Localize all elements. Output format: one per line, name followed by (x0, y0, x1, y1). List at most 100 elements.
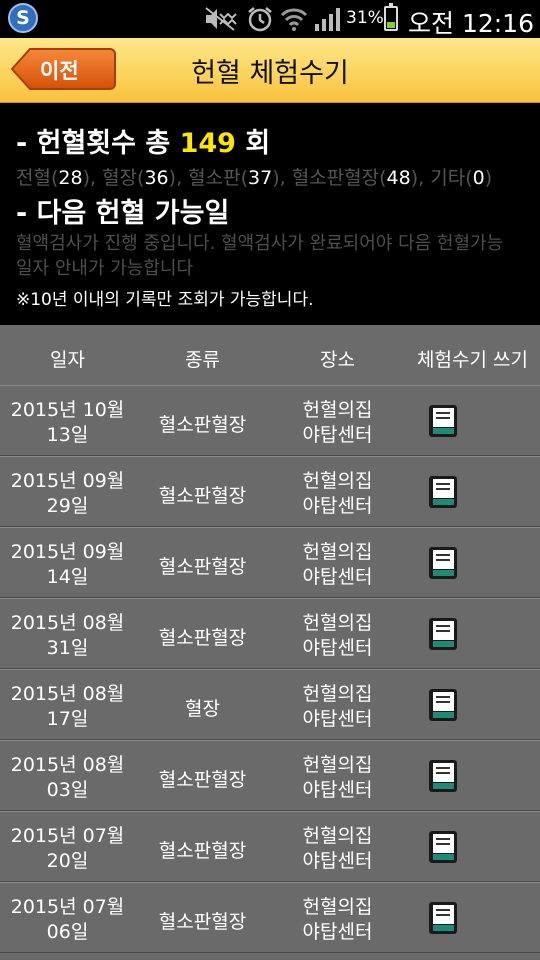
signal-icon (315, 8, 340, 31)
date-line: 03일 (46, 779, 89, 801)
breakdown-count: 28 (58, 167, 83, 189)
date-line: 06일 (46, 921, 89, 943)
row-type: 혈장 (185, 698, 220, 720)
title-bar: 이전 헌혈 체험수기 (0, 38, 540, 103)
place-line: 헌혈의집 (302, 399, 373, 421)
write-review-notebook-icon[interactable] (428, 688, 458, 722)
row-place: 헌혈의집 야탑센터 (270, 753, 405, 803)
breakdown-label: 혈소판 (188, 167, 241, 189)
breakdown-count: 48 (386, 167, 411, 189)
row-place: 헌혈의집야탑센터 (270, 682, 405, 732)
notice-text: ※10년 이내의 기록만 조회가 가능합니다. (16, 290, 314, 310)
total-count: 149 (179, 128, 236, 159)
date-line: 29일 (46, 495, 89, 517)
table-row[interactable]: 2015년 07월 20일 혈소판혈장 헌혈의집야탑센터 (0, 811, 540, 882)
date-line: 13일 (46, 424, 89, 446)
wifi-icon (280, 8, 308, 31)
breakdown-label: 혈소판혈장 (291, 167, 380, 189)
table-row[interactable]: 2015년 08월 17일 혈장 헌혈의집야탑센터 (0, 669, 540, 740)
date-line: 2015년 09월 (10, 470, 125, 492)
date-line: 2015년 07월 (10, 825, 125, 847)
place-line: 헌혈의집 (302, 825, 373, 847)
place-line: 야탑센터 (302, 424, 373, 446)
row-type: 혈소판혈장 (158, 414, 247, 436)
total-prefix: - 헌혈횟수 총 (16, 128, 180, 159)
row-type: 혈소판혈장 (158, 627, 247, 649)
app-s-icon: S (8, 3, 38, 33)
place-line: 헌혈의집 (302, 612, 373, 634)
row-type: 혈소판혈장 (158, 485, 247, 507)
write-review-notebook-icon[interactable] (428, 546, 458, 580)
status-bar: S 31% 오전 12:16 (0, 0, 540, 38)
date-line: 17일 (46, 708, 89, 730)
table-header: 일자 종류 장소 체험수기 쓰기 (0, 325, 540, 386)
donation-history-list: 2015년 10월 13일 혈소판혈장 헌혈의집 야탑센터 2015년 09월 29일… (0, 385, 540, 953)
total-suffix: 회 (235, 128, 271, 159)
date-line: 14일 (46, 566, 89, 588)
date-line: 2015년 08월 (10, 683, 125, 705)
place-line: 야탑센터 (302, 566, 373, 588)
place-line: 야탑센터 (302, 850, 373, 872)
next-donation-message: 혈액검사가 진행 중입니다. 혈액검사가 완료되어야 다음 헌혈가능일자 안내가… (16, 233, 504, 279)
clock: 오전 12:16 (408, 9, 534, 38)
place-line: 야탑센터 (302, 637, 373, 659)
row-type: 혈소판혈장 (158, 911, 247, 933)
table-row[interactable]: 2015년 09월 14일 혈소판혈장 헌혈의집야탑센터 (0, 527, 540, 598)
row-place: 헌혈의집야탑센터 (270, 895, 405, 945)
row-date: 2015년 08월 31일 (0, 611, 135, 661)
column-header-date: 일자 (50, 349, 85, 371)
write-review-notebook-icon[interactable] (428, 759, 458, 793)
table-row[interactable]: 2015년 09월 29일 혈소판혈장 헌혈의집 야탑센터 (0, 456, 540, 527)
breakdown-label: 혈장 (102, 167, 138, 189)
row-date: 2015년 09월 29일 (0, 469, 135, 519)
write-review-notebook-icon[interactable] (428, 475, 458, 509)
battery-percent: 31% (346, 8, 384, 28)
battery-icon (384, 3, 398, 31)
breakdown-count: 0 (472, 167, 485, 189)
row-date: 2015년 07월 20일 (0, 824, 135, 874)
row-date: 2015년 08월 03일 (0, 753, 135, 803)
table-row[interactable]: 2015년 10월 13일 혈소판혈장 헌혈의집야탑센터 (0, 385, 540, 456)
place-line: 야탑센터 (302, 708, 373, 730)
place-line: 헌혈의집 (302, 896, 373, 918)
table-row[interactable]: 2015년 08월 31일 혈소판혈장 헌혈의집야탑센터 (0, 598, 540, 669)
column-header-place: 장소 (320, 349, 355, 371)
place-line: 헌혈의집 (302, 683, 373, 705)
row-date: 2015년 10월 13일 (0, 398, 135, 448)
row-type: 혈소판혈장 (158, 769, 247, 791)
total-count-line: - 헌혈횟수 총 149 회 (16, 121, 270, 160)
table-row[interactable]: 2015년 08월 03일 혈소판혈장 헌혈의집 야탑센터 (0, 740, 540, 811)
donation-summary: - 헌혈횟수 총 149 회 전혈(28), 혈장(36), 혈소판(37), … (0, 103, 540, 325)
place-line: 야탑센터 (302, 921, 373, 943)
date-line: 2015년 08월 (10, 754, 125, 776)
mute-icon (205, 7, 237, 31)
place-line: 야탑센터 (302, 495, 373, 517)
date-line: 2015년 08월 (10, 612, 125, 634)
row-date: 2015년 08월 17일 (0, 682, 135, 732)
row-place: 헌혈의집야탑센터 (270, 611, 405, 661)
row-place: 헌혈의집야탑센터 (270, 398, 405, 448)
row-date: 2015년 09월 14일 (0, 540, 135, 590)
place-line: 헌혈의집 (302, 541, 373, 563)
date-line: 31일 (46, 637, 89, 659)
row-place: 헌혈의집야탑센터 (270, 540, 405, 590)
date-line: 2015년 07월 (10, 896, 125, 918)
write-review-notebook-icon[interactable] (428, 830, 458, 864)
place-line: 헌혈의집 (302, 754, 373, 776)
row-type: 혈소판혈장 (158, 840, 247, 862)
row-type: 혈소판혈장 (158, 556, 247, 578)
breakdown-label: 전혈 (16, 167, 51, 189)
table-row[interactable]: 2015년 07월 06일 혈소판혈장 헌혈의집야탑센터 (0, 882, 540, 953)
breakdown-count: 37 (248, 167, 273, 189)
write-review-notebook-icon[interactable] (428, 404, 458, 438)
date-line: 20일 (46, 850, 89, 872)
write-review-notebook-icon[interactable] (428, 901, 458, 935)
page-title: 헌혈 체험수기 (191, 58, 349, 89)
row-place: 헌혈의집야탑센터 (270, 824, 405, 874)
row-date: 2015년 07월 06일 (0, 895, 135, 945)
write-review-notebook-icon[interactable] (428, 617, 458, 651)
column-header-type: 종류 (185, 349, 220, 371)
date-line: 2015년 09월 (10, 541, 125, 563)
column-header-write: 체험수기 쓰기 (417, 349, 528, 371)
next-donation-title: - 다음 헌혈 가능일 (16, 198, 230, 229)
